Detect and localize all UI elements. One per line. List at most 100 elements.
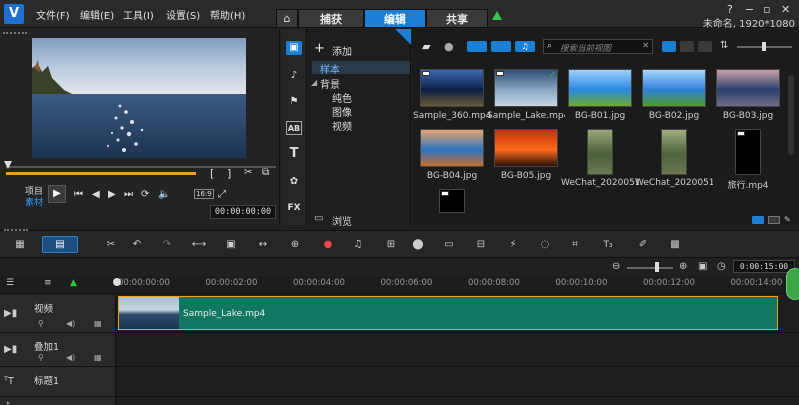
end-frame-icon[interactable]: ⏭	[124, 189, 133, 200]
aspect-ratio-select[interactable]: 16:9	[194, 189, 214, 199]
thumbnail-4[interactable]	[642, 69, 706, 107]
show-audio-toggle[interactable]: ♫	[515, 41, 535, 52]
track-row-4[interactable]: ♪声音	[0, 397, 799, 405]
menu-settings[interactable]: 设置(S)	[166, 7, 200, 22]
trim-icon[interactable]: ⟷	[191, 238, 207, 252]
split-clip-icon[interactable]: ✂	[244, 167, 252, 178]
stop-motion-icon[interactable]: ▩	[667, 238, 683, 252]
thumbnail-9[interactable]	[661, 129, 687, 175]
media-category-icon[interactable]: ▣	[286, 41, 302, 55]
timeline-side-button[interactable]	[786, 268, 799, 300]
gallery-scrollbar[interactable]	[788, 75, 794, 155]
motion-track-icon[interactable]: ⊕	[287, 238, 303, 252]
timeline-ruler[interactable]: ☰ ≡ ▲ 00:00:00:00 00:00:02:00 00:00:04:00 0…	[0, 276, 799, 294]
upload-arrow-icon[interactable]	[492, 11, 502, 20]
track-header[interactable]: ♪声音	[0, 397, 116, 405]
search-input[interactable]: 搜索当前视图	[560, 42, 611, 54]
thumbnail-view-icon[interactable]	[698, 41, 712, 52]
enlarge-preview-icon[interactable]: ⤢	[218, 189, 226, 200]
tab-capture[interactable]: 捕获	[298, 9, 364, 28]
zoom-slider[interactable]	[627, 267, 673, 269]
project-duration[interactable]: 0:00:15:00	[733, 260, 795, 273]
tab-edit[interactable]: 编辑	[364, 9, 426, 28]
tools-icon[interactable]: ✂	[103, 238, 119, 252]
chapter-point-icon[interactable]: ≡	[44, 278, 52, 288]
tree-item-image[interactable]: 图像	[332, 104, 352, 119]
tab-share[interactable]: 共享	[426, 9, 488, 28]
browse-button[interactable]: 浏览	[332, 213, 352, 228]
track-row-1[interactable]: ▶▮ 视频 ⚲ ◀) ▦ Sample_Lake.mp4	[0, 295, 799, 333]
mask-creator-icon[interactable]: ⬤	[410, 238, 426, 252]
zoom-handle[interactable]	[655, 262, 659, 272]
show-thumbnails-icon[interactable]	[752, 216, 764, 224]
split-screen-icon[interactable]: ⊟	[473, 238, 489, 252]
details-view-icon[interactable]	[680, 41, 694, 52]
show-titles-icon[interactable]	[768, 216, 780, 224]
record-capture-icon[interactable]: ●	[444, 40, 454, 53]
list-view-icon[interactable]	[662, 41, 676, 52]
undo-icon[interactable]: ↶	[129, 238, 145, 252]
next-frame-icon[interactable]: ▶	[108, 189, 116, 200]
home-frame-icon[interactable]: ⏮	[74, 189, 83, 200]
browse-folder-icon[interactable]: ▭	[314, 213, 323, 224]
menu-tools[interactable]: 工具(I)	[123, 7, 154, 22]
tree-item-solid-color[interactable]: 纯色	[332, 90, 352, 105]
menu-edit[interactable]: 编辑(E)	[80, 7, 114, 22]
snapshot-icon[interactable]: ⧉	[262, 167, 269, 178]
record-voice-icon[interactable]: ●	[320, 238, 336, 252]
previous-frame-icon[interactable]: ◀	[92, 189, 100, 200]
speed-icon[interactable]: ⚡	[505, 238, 521, 252]
track-row-2[interactable]: ▶▮ 叠加1 ⚲ ◀) ▦	[0, 333, 799, 367]
track-manager-icon[interactable]: ☰	[6, 278, 14, 288]
track-link-icon[interactable]: ⚲	[38, 319, 44, 328]
clear-search-icon[interactable]: ✕	[642, 41, 649, 50]
pan-zoom-icon[interactable]: ▣	[223, 238, 239, 252]
track-volume-icon[interactable]: ◀)	[66, 353, 75, 362]
add-folder-icon[interactable]: +	[314, 41, 325, 56]
track-header[interactable]: ▶▮ 视频 ⚲ ◀) ▦	[0, 295, 116, 332]
track-row-3[interactable]: ᵀT 标题1	[0, 367, 799, 397]
playhead-marker[interactable]	[113, 278, 121, 286]
thumbnail-8[interactable]	[587, 129, 613, 175]
path-icon[interactable]: ◌	[537, 238, 553, 252]
add-folder-label[interactable]: 添加	[332, 43, 352, 58]
repeat-icon[interactable]: ⟳	[141, 189, 149, 200]
track-link-icon[interactable]: ⚲	[38, 353, 44, 362]
track-header[interactable]: ▶▮ 叠加1 ⚲ ◀) ▦	[0, 333, 116, 366]
multicam-icon[interactable]: ⊞	[383, 238, 399, 252]
mode-clip[interactable]: 素材	[25, 195, 43, 208]
3d-title-icon[interactable]: T₃	[600, 238, 616, 252]
tree-item-video[interactable]: 视频	[332, 118, 352, 133]
scrubber-handle[interactable]	[4, 161, 12, 169]
ripple-edit-icon[interactable]: ▲	[70, 278, 77, 288]
play-button[interactable]: ▶	[48, 185, 66, 203]
title-category-icon[interactable]: AB	[286, 121, 302, 135]
thumbnail-6[interactable]	[420, 129, 484, 167]
volume-icon[interactable]: 🔈	[158, 189, 170, 200]
scrubber-track[interactable]	[6, 166, 276, 168]
redo-icon[interactable]: ↷	[159, 238, 175, 252]
home-button[interactable]: ⌂	[276, 9, 298, 28]
import-folder-icon[interactable]: ▰	[422, 40, 430, 53]
tree-item-background[interactable]: 背景	[320, 76, 340, 91]
text-category-icon[interactable]: T	[286, 147, 302, 161]
show-photos-toggle[interactable]	[491, 41, 511, 52]
pin-corner-icon[interactable]	[395, 29, 411, 45]
audio-mixer-icon[interactable]: ♫	[350, 238, 366, 252]
track-mosaic-icon[interactable]: ▦	[94, 353, 102, 362]
toolbar-grip[interactable]	[4, 229, 28, 231]
thumbnail-5[interactable]	[716, 69, 780, 107]
graphics-category-icon[interactable]: ✿	[286, 175, 302, 189]
timecode-display[interactable]: 00:00:00:00	[210, 205, 276, 219]
fit-project-icon[interactable]: ▣	[698, 261, 707, 272]
menu-help[interactable]: 帮助(H)	[210, 7, 245, 22]
zoom-out-icon[interactable]: ⊖	[612, 261, 620, 272]
subtitle-editor-icon[interactable]: ▭	[441, 238, 457, 252]
thumbnail-7[interactable]	[494, 129, 558, 167]
track-volume-icon[interactable]: ◀)	[66, 319, 75, 328]
crop-icon[interactable]: ⌗	[567, 238, 583, 252]
menu-file[interactable]: 文件(F)	[36, 7, 70, 22]
instant-project-icon[interactable]: ♪	[286, 69, 302, 83]
preview-window[interactable]	[32, 38, 246, 158]
thumbnail-1[interactable]	[420, 69, 484, 107]
